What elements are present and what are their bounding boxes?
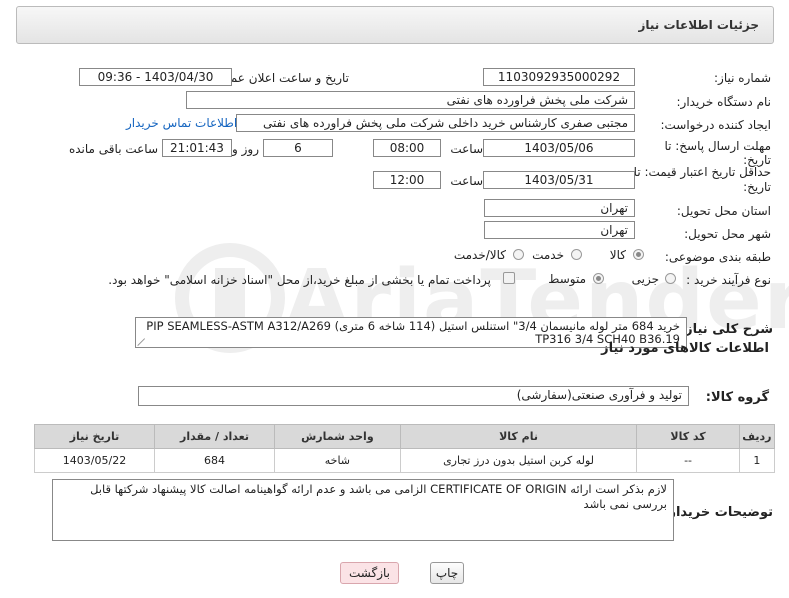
deadline-label: مهلت ارسال پاسخ: تا — [664, 139, 771, 153]
buyer-org-field: شرکت ملی پخش فراورده های نفتی — [186, 91, 635, 109]
process-radio-minor[interactable] — [665, 273, 676, 284]
col-goods-name: نام کالا — [399, 424, 638, 449]
days-remaining-field: 6 — [263, 139, 333, 157]
description-resize-handle[interactable] — [138, 338, 146, 346]
goods-group-field: تولید و فرآوری صنعتی(سفارشی) — [138, 386, 689, 406]
province-label: استان محل تحویل: — [676, 204, 771, 218]
cell-unit: شاخه — [273, 448, 401, 473]
province-field: تهران — [484, 199, 635, 217]
category-option-service: خدمت — [532, 248, 564, 262]
contact-info-link[interactable]: اطلاعات تماس خریدار — [126, 116, 237, 130]
col-goods-code: کد کالا — [636, 424, 740, 449]
process-option-minor: جزیی — [631, 272, 659, 286]
creator-field: مجتبی صفری کارشناس خرید داخلی شرکت ملی پ… — [236, 114, 635, 132]
category-radio-goods[interactable] — [633, 249, 644, 260]
category-radio-goods-service[interactable] — [513, 249, 524, 260]
creator-label: ایجاد کننده درخواست: — [660, 118, 771, 132]
buyer-notes-field: لازم بذکر است ارائه CERTIFICATE OF ORIGI… — [52, 479, 674, 541]
cell-row-number: 1 — [738, 448, 776, 473]
description-label: شرح کلی نیاز: — [679, 322, 773, 337]
category-option-goods: کالا — [609, 248, 626, 262]
validity-date-field: 1403/05/31 — [483, 171, 635, 189]
cell-goods-name: لوله کربن استیل بدون درز تجاری — [399, 448, 638, 473]
cell-quantity: 684 — [154, 448, 275, 473]
announce-field: 1403/04/30 - 09:36 — [79, 68, 232, 86]
validity-label: حداقل تاریخ اعتبار قیمت: تا — [633, 165, 771, 179]
validity-time-label: ساعت — [450, 174, 483, 188]
cell-need-date: 1403/05/22 — [34, 448, 155, 473]
category-radio-service[interactable] — [571, 249, 582, 260]
cell-goods-code: -- — [636, 448, 740, 473]
buyer-org-label: نام دستگاه خریدار: — [676, 95, 772, 109]
col-need-date: تاریخ نیاز — [34, 424, 155, 449]
validity-label-date: تاریخ: — [743, 180, 771, 194]
col-row-number: ردیف — [738, 424, 776, 449]
treasury-payment-checkbox[interactable] — [503, 272, 515, 284]
buyer-notes-label: توضیحات خریدار: — [663, 505, 773, 520]
deadline-time-field: 08:00 — [373, 139, 441, 157]
city-label: شهر محل تحویل: — [684, 227, 771, 241]
back-button[interactable]: بازگشت — [340, 562, 399, 584]
need-number-field: 1103092935000292 — [483, 68, 635, 86]
deadline-date-field: 1403/05/06 — [483, 139, 635, 157]
treasury-payment-note: پرداخت تمام یا بخشی از مبلغ خرید،از محل … — [108, 273, 491, 287]
goods-group-label: گروه کالا: — [705, 390, 769, 405]
process-label: نوع فرآیند خرید : — [686, 273, 771, 287]
category-option-goods-service: کالا/خدمت — [453, 248, 506, 262]
deadline-time-label: ساعت — [450, 142, 483, 156]
category-label: طبقه بندی موضوعی: — [664, 250, 771, 264]
remaining-time-field: 21:01:43 — [162, 139, 232, 157]
remaining-time-label: ساعت باقی مانده — [68, 142, 158, 156]
validity-time-field: 12:00 — [373, 171, 441, 189]
col-unit: واحد شمارش — [273, 424, 401, 449]
process-option-medium: متوسط — [548, 272, 586, 286]
need-number-label: شماره نیاز: — [714, 71, 771, 85]
process-radio-medium[interactable] — [593, 273, 604, 284]
need-details-page: AriaTender.neT جزئیات اطلاعات نیاز شماره… — [0, 0, 789, 598]
goods-table: ردیف کد کالا نام کالا واحد شمارش تعداد /… — [34, 424, 776, 473]
goods-table-header: ردیف کد کالا نام کالا واحد شمارش تعداد /… — [34, 424, 776, 449]
goods-section-title: اطلاعات کالاهای مورد نیاز — [601, 341, 769, 356]
city-field: تهران — [484, 221, 635, 239]
panel-header: جزئیات اطلاعات نیاز — [16, 6, 774, 44]
page-title: جزئیات اطلاعات نیاز — [638, 18, 759, 32]
table-row: 1 -- لوله کربن استیل بدون درز تجاری شاخه… — [34, 448, 776, 473]
days-label: روز و — [232, 142, 259, 156]
print-button[interactable]: چاپ — [430, 562, 464, 584]
col-quantity: تعداد / مقدار — [154, 424, 275, 449]
